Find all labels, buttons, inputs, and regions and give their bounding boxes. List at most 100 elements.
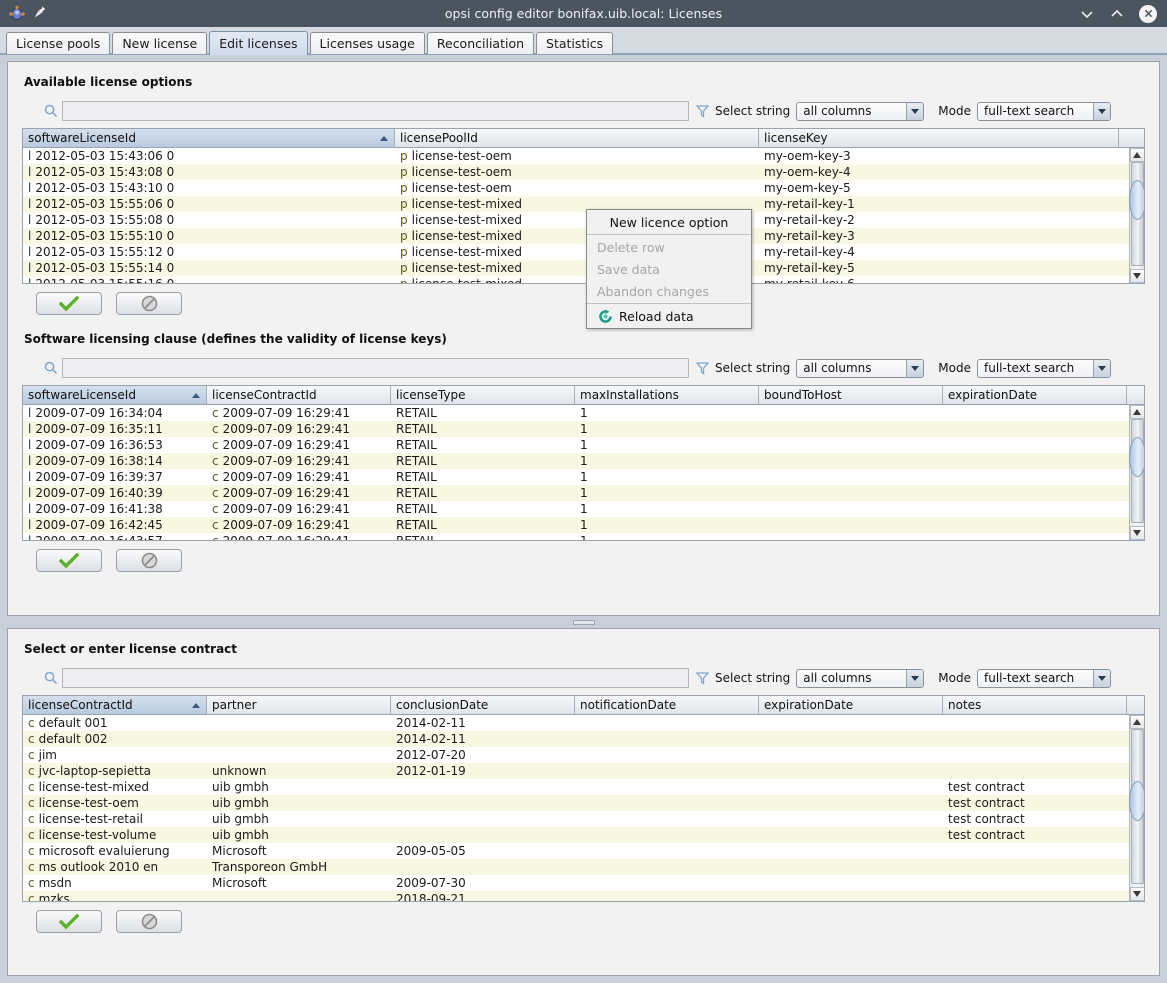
table2-scrollbar[interactable] bbox=[1128, 405, 1144, 540]
menu-item-new-licence-option[interactable]: New licence option bbox=[587, 211, 751, 233]
column-header-boundToHost[interactable]: boundToHost bbox=[759, 386, 943, 404]
table-row[interactable]: l 2009-07-09 16:36:53 c 2009-07-09 16:29:41… bbox=[23, 437, 1129, 453]
cell-licenseContractId[interactable]: c default 001 bbox=[23, 715, 207, 731]
cell-maxInstallations[interactable]: 1 bbox=[575, 405, 759, 421]
cell-softwareLicenseId[interactable]: l 2009-07-09 16:38:14 bbox=[23, 453, 207, 469]
cell-softwareLicenseId[interactable]: l 2012-05-03 15:55:10 0 bbox=[23, 228, 395, 244]
cell-licenseKey[interactable]: my-retail-key-4 bbox=[759, 244, 1119, 260]
table-row[interactable]: l 2012-05-03 15:43:08 0 p license-test-oem m… bbox=[23, 164, 1129, 180]
column-header-partner[interactable]: partner bbox=[207, 696, 391, 714]
cell-licenseContractId[interactable]: c msdn bbox=[23, 875, 207, 891]
table-context-menu[interactable]: New licence option Delete row Save data Aba… bbox=[586, 209, 752, 329]
cell-partner[interactable]: uib gmbh bbox=[207, 827, 391, 843]
cell-expirationDate[interactable] bbox=[759, 747, 943, 763]
scroll-knob[interactable] bbox=[1128, 781, 1144, 821]
tab-statistics[interactable]: Statistics bbox=[536, 32, 614, 54]
cell-licenseContractId[interactable]: c license-test-retail bbox=[23, 811, 207, 827]
column-header-notes[interactable]: notes bbox=[943, 696, 1127, 714]
cell-licenseType[interactable]: RETAIL bbox=[391, 533, 575, 540]
column-header-softwareLicenseId[interactable]: softwareLicenseId bbox=[23, 386, 207, 404]
cell-notes[interactable] bbox=[943, 891, 1127, 901]
cell-notes[interactable] bbox=[943, 731, 1127, 747]
cell-notificationDate[interactable] bbox=[575, 891, 759, 901]
cell-conclusionDate[interactable]: 2009-07-30 bbox=[391, 875, 575, 891]
section2-cancel-button[interactable] bbox=[116, 549, 182, 572]
split-pane-divider[interactable] bbox=[7, 616, 1160, 628]
cell-licenseContractId[interactable]: c2009-07-09 16:29:41 bbox=[207, 501, 391, 517]
scroll-down-arrow-icon[interactable] bbox=[1129, 269, 1144, 283]
cell-conclusionDate[interactable]: 2014-02-11 bbox=[391, 731, 575, 747]
cell-licenseKey[interactable]: my-retail-key-5 bbox=[759, 260, 1119, 276]
pin-icon[interactable] bbox=[33, 5, 47, 22]
column-header-licenseType[interactable]: licenseType bbox=[391, 386, 575, 404]
cell-partner[interactable]: Microsoft bbox=[207, 875, 391, 891]
table-row[interactable]: c jvc-laptop-sepietta unknown 2012-01-19 bbox=[23, 763, 1129, 779]
scroll-track[interactable] bbox=[1128, 162, 1144, 269]
table-row[interactable]: c microsoft evaluierung Microsoft 2009-05-0… bbox=[23, 843, 1129, 859]
table-row[interactable]: l 2009-07-09 16:42:45 c 2009-07-09 16:29:41… bbox=[23, 517, 1129, 533]
cell-licenseContractId[interactable]: c jvc-laptop-sepietta bbox=[23, 763, 207, 779]
cell-licenseKey[interactable]: my-oem-key-3 bbox=[759, 148, 1119, 164]
cell-softwareLicenseId[interactable]: l 2009-07-09 16:36:53 bbox=[23, 437, 207, 453]
cell-softwareLicenseId[interactable]: l 2009-07-09 16:42:45 bbox=[23, 517, 207, 533]
cell-notificationDate[interactable] bbox=[575, 859, 759, 875]
cell-expirationDate[interactable] bbox=[759, 827, 943, 843]
cell-softwareLicenseId[interactable]: l 2009-07-09 16:39:37 bbox=[23, 469, 207, 485]
mode-dropdown[interactable]: full-text search bbox=[976, 668, 1111, 688]
scroll-track[interactable] bbox=[1128, 729, 1144, 887]
cell-expirationDate[interactable] bbox=[943, 469, 1127, 485]
cell-licenseType[interactable]: RETAIL bbox=[391, 437, 575, 453]
table-row[interactable]: l 2012-05-03 15:55:06 0 p license-test-mixe… bbox=[23, 196, 1129, 212]
column-header-licenseContractId[interactable]: licenseContractId bbox=[207, 386, 391, 404]
table-row[interactable]: l 2009-07-09 16:41:38 c 2009-07-09 16:29:41… bbox=[23, 501, 1129, 517]
cell-licenseContractId[interactable]: c default 002 bbox=[23, 731, 207, 747]
cell-boundToHost[interactable] bbox=[759, 517, 943, 533]
scroll-knob[interactable] bbox=[1128, 180, 1144, 220]
cell-licenseContractId[interactable]: c jim bbox=[23, 747, 207, 763]
cell-licenseContractId[interactable]: c2009-07-09 16:29:41 bbox=[207, 405, 391, 421]
cell-expirationDate[interactable] bbox=[943, 517, 1127, 533]
column-header-softwareLicenseId[interactable]: softwareLicenseId bbox=[23, 129, 395, 147]
cell-licenseContractId[interactable]: c2009-07-09 16:29:41 bbox=[207, 485, 391, 501]
software-licensing-clause-table[interactable]: softwareLicenseId licenseContractId licens… bbox=[22, 385, 1145, 541]
column-header-licensePoolId[interactable]: licensePoolId bbox=[395, 129, 759, 147]
cell-conclusionDate[interactable] bbox=[391, 779, 575, 795]
cell-expirationDate[interactable] bbox=[759, 715, 943, 731]
column-header-expirationDate[interactable]: expirationDate bbox=[943, 386, 1127, 404]
cell-expirationDate[interactable] bbox=[759, 859, 943, 875]
table-row[interactable]: c default 002 2014-02-11 bbox=[23, 731, 1129, 747]
cell-licenseContractId[interactable]: c ms outlook 2010 en bbox=[23, 859, 207, 875]
cell-conclusionDate[interactable]: 2014-02-11 bbox=[391, 715, 575, 731]
table-row[interactable]: l 2012-05-03 15:55:12 0 p license-test-mixe… bbox=[23, 244, 1129, 260]
cell-softwareLicenseId[interactable]: l 2012-05-03 15:55:08 0 bbox=[23, 212, 395, 228]
cell-maxInstallations[interactable]: 1 bbox=[575, 533, 759, 540]
scroll-down-arrow-icon[interactable] bbox=[1129, 887, 1144, 901]
cell-maxInstallations[interactable]: 1 bbox=[575, 437, 759, 453]
cell-expirationDate[interactable] bbox=[943, 437, 1127, 453]
table3-scrollbar[interactable] bbox=[1128, 715, 1144, 901]
table-row[interactable]: c msdn Microsoft 2009-07-30 bbox=[23, 875, 1129, 891]
cell-softwareLicenseId[interactable]: l 2009-07-09 16:35:11 bbox=[23, 421, 207, 437]
cell-maxInstallations[interactable]: 1 bbox=[575, 469, 759, 485]
cell-notificationDate[interactable] bbox=[575, 715, 759, 731]
cell-notes[interactable] bbox=[943, 859, 1127, 875]
table3-body[interactable]: c default 001 2014-02-11 c default 002 2014-0… bbox=[23, 715, 1144, 901]
section3-accept-button[interactable] bbox=[36, 910, 102, 933]
cell-notificationDate[interactable] bbox=[575, 875, 759, 891]
menu-item-reload-data[interactable]: Reload data bbox=[587, 305, 751, 327]
cell-notes[interactable] bbox=[943, 747, 1127, 763]
cell-expirationDate[interactable] bbox=[943, 501, 1127, 517]
cell-partner[interactable]: unknown bbox=[207, 763, 391, 779]
table2-body[interactable]: l 2009-07-09 16:34:04 c 2009-07-09 16:29:41… bbox=[23, 405, 1144, 540]
tab-reconciliation[interactable]: Reconciliation bbox=[426, 32, 535, 54]
cell-licenseKey[interactable]: my-oem-key-4 bbox=[759, 164, 1119, 180]
cell-boundToHost[interactable] bbox=[759, 501, 943, 517]
cell-notificationDate[interactable] bbox=[575, 795, 759, 811]
section1-accept-button[interactable] bbox=[36, 292, 102, 315]
cell-expirationDate[interactable] bbox=[943, 453, 1127, 469]
cell-licenseKey[interactable]: my-retail-key-2 bbox=[759, 212, 1119, 228]
cell-licensePoolId[interactable]: p license-test-oem bbox=[395, 148, 759, 164]
cell-boundToHost[interactable] bbox=[759, 453, 943, 469]
section3-search-input[interactable] bbox=[62, 668, 689, 688]
cell-partner[interactable]: uib gmbh bbox=[207, 811, 391, 827]
